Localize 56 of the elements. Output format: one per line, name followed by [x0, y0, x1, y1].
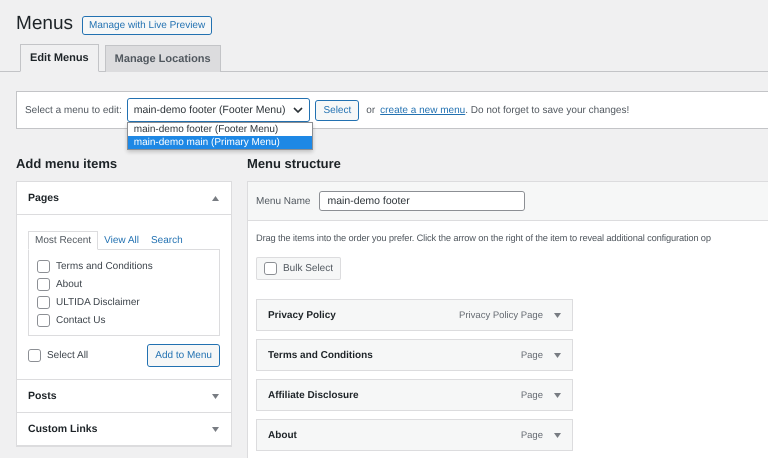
menu-name-field[interactable]: main-demo footer [319, 191, 526, 211]
tab[interactable]: Search [144, 232, 189, 249]
menu-item-type: Page [520, 350, 543, 360]
checkbox[interactable] [37, 278, 50, 291]
select-all-label: Select All [47, 350, 88, 361]
instructions-text: Drag the items into the order you prefer. Click the arrow on the right of the item to reveal additional configuration op [256, 233, 712, 243]
menu-item-bar[interactable]: Terms and Conditions Page [256, 339, 573, 371]
menu-item-bar[interactable]: Affiliate Disclosure Page [256, 379, 573, 411]
create-menu-link[interactable]: create a new menu [380, 104, 466, 116]
triangle-icon [212, 426, 219, 432]
tab[interactable]: Manage Locations [104, 45, 221, 72]
or-text: or [366, 104, 376, 116]
checkbox[interactable] [37, 296, 50, 309]
select-label: Select a menu to edit: [25, 104, 122, 116]
tab[interactable]: Edit Menus [20, 44, 99, 72]
triangle-icon[interactable] [554, 312, 561, 318]
accordion-header[interactable]: Pages [17, 182, 231, 214]
accordion-header[interactable]: Posts [17, 380, 231, 412]
page-label: ULTIDA Disclaimer [56, 297, 140, 308]
menu-dropdown[interactable]: main-demo footer (Footer Menu) [126, 98, 310, 122]
section-heading: Menu structure [247, 156, 342, 170]
save-reminder-text: . Do not forget to save your changes! [465, 104, 630, 116]
live-preview-button[interactable]: Manage with Live Preview [82, 16, 212, 34]
menu-item-bar[interactable]: Privacy Policy Privacy Policy Page [256, 299, 573, 331]
triangle-icon[interactable] [554, 392, 561, 398]
triangle-icon [212, 394, 219, 398]
checkbox[interactable] [264, 262, 277, 275]
tab[interactable]: View All [98, 232, 145, 249]
checkbox[interactable] [28, 349, 41, 362]
bulk-select-button[interactable]: Bulk Select [256, 257, 342, 280]
page-label: Contact Us [56, 315, 106, 326]
dropdown-option[interactable]: main-demo footer (Footer Menu) [128, 123, 312, 136]
accordion-header[interactable]: Custom Links [17, 413, 231, 445]
page-label: Terms and Conditions [56, 261, 153, 272]
triangle-icon [212, 196, 219, 200]
menu-item-title: Affiliate Disclosure [268, 390, 360, 400]
section-heading: Add menu items [16, 156, 118, 170]
page-title: Menus [16, 13, 74, 35]
menu-item-type: Page [520, 390, 543, 400]
tab[interactable]: Most Recent [28, 231, 98, 250]
triangle-icon[interactable] [554, 432, 561, 438]
chevron-icon [293, 106, 304, 114]
menu-item-title: About [268, 430, 298, 440]
dropdown-option[interactable]: main-demo main (Primary Menu) [128, 136, 312, 149]
page-label: About [56, 279, 82, 290]
triangle-icon[interactable] [554, 352, 561, 358]
add-to-menu-button[interactable]: Add to Menu [147, 344, 220, 367]
menu-item-title: Privacy Policy [268, 310, 337, 320]
menu-item-type: Privacy Policy Page [459, 310, 543, 320]
select-button[interactable]: Select [315, 100, 360, 120]
menu-name-label: Menu Name [256, 196, 310, 206]
menu-item-type: Page [520, 430, 543, 440]
menu-item-title: Terms and Conditions [268, 350, 374, 360]
checkbox[interactable] [37, 314, 50, 327]
menu-item-bar[interactable]: About Page [256, 419, 573, 451]
checkbox[interactable] [37, 260, 50, 273]
